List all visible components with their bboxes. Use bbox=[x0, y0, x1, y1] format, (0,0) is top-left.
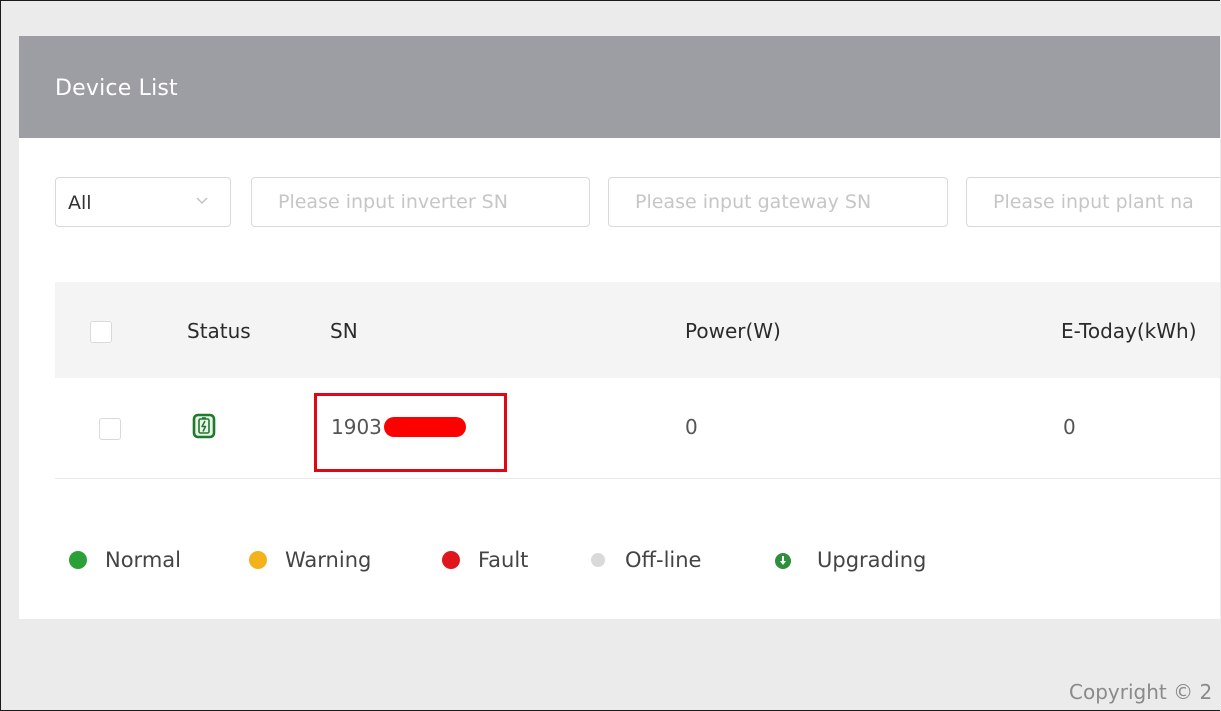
table-header: Status SN Power(W) E-Today(kWh) bbox=[55, 282, 1220, 378]
table-row[interactable]: 1903 0 0 bbox=[55, 378, 1220, 479]
legend-label-upgrading: Upgrading bbox=[817, 548, 927, 572]
legend-item-fault: Fault bbox=[442, 548, 528, 572]
column-header-power[interactable]: Power(W) bbox=[685, 319, 781, 343]
legend-item-normal: Normal bbox=[69, 548, 181, 572]
column-header-e-today[interactable]: E-Today(kWh) bbox=[1061, 319, 1197, 343]
plant-name-input[interactable] bbox=[966, 177, 1220, 227]
legend-item-upgrading: Upgrading bbox=[775, 548, 926, 572]
annotation-highlight-box bbox=[314, 393, 507, 472]
column-header-sn[interactable]: SN bbox=[330, 319, 358, 343]
column-header-status[interactable]: Status bbox=[187, 319, 251, 343]
legend-label-warning: Warning bbox=[285, 548, 372, 572]
gateway-sn-input[interactable] bbox=[608, 177, 948, 227]
legend-label-normal: Normal bbox=[105, 548, 181, 572]
legend-item-warning: Warning bbox=[249, 548, 371, 572]
select-all-checkbox[interactable] bbox=[90, 321, 112, 343]
battery-charging-icon bbox=[192, 413, 216, 439]
legend-label-offline: Off-line bbox=[625, 548, 702, 572]
chevron-down-icon bbox=[196, 197, 208, 204]
inverter-sn-input[interactable] bbox=[251, 177, 590, 227]
row-power-cell: 0 bbox=[685, 415, 698, 439]
device-type-select-value: All bbox=[68, 192, 92, 214]
device-type-select[interactable]: All bbox=[55, 177, 231, 227]
card-header: Device List bbox=[19, 36, 1220, 138]
normal-status-dot-icon bbox=[69, 551, 87, 569]
offline-status-dot-icon bbox=[591, 553, 605, 567]
legend-item-offline: Off-line bbox=[591, 548, 701, 572]
row-e-today-cell: 0 bbox=[1063, 415, 1076, 439]
upgrading-status-icon bbox=[775, 553, 791, 569]
copyright-text: Copyright © 2 bbox=[1069, 680, 1213, 704]
fault-status-dot-icon bbox=[442, 551, 460, 569]
page-title: Device List bbox=[55, 76, 178, 101]
legend-label-fault: Fault bbox=[478, 548, 529, 572]
window-frame: Device List All Status SN Power(W) E-Tod… bbox=[0, 0, 1220, 711]
device-list-card: Device List All Status SN Power(W) E-Tod… bbox=[19, 36, 1220, 619]
warning-status-dot-icon bbox=[249, 551, 267, 569]
row-checkbox[interactable] bbox=[99, 418, 121, 440]
